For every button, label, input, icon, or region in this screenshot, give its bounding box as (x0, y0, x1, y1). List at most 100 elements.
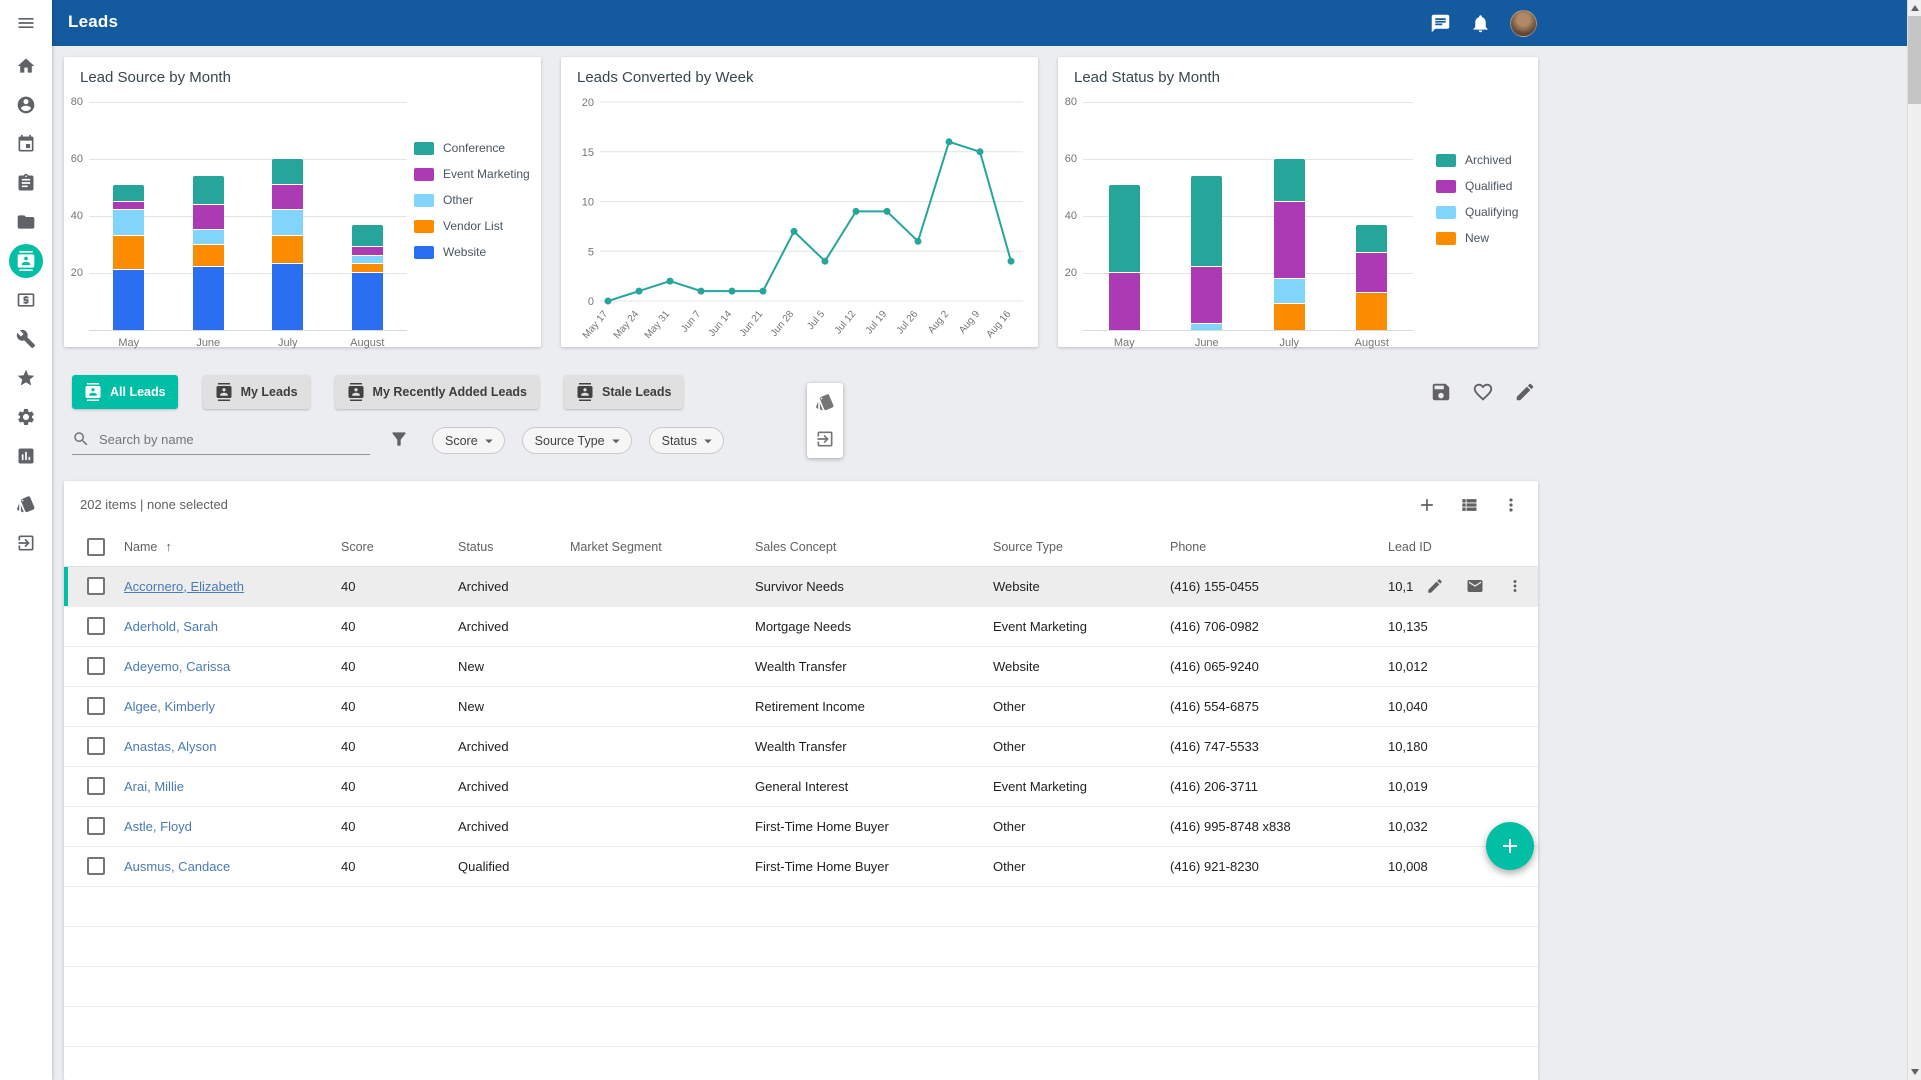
scroll-up-arrow[interactable] (1911, 5, 1919, 11)
y-tick-label: 40 (1053, 210, 1077, 222)
filter-chip-status[interactable]: Status (649, 427, 724, 454)
lead-name-link[interactable]: Accornero, Elizabeth (124, 579, 244, 594)
col-header-lead-id[interactable]: Lead ID (1384, 528, 1538, 566)
row-kebab-button[interactable] (1506, 577, 1524, 595)
sidebar-item-calendar[interactable] (0, 124, 52, 163)
tab-my-recently-added-leads[interactable]: My Recently Added Leads (335, 375, 539, 409)
page-scrollbar[interactable] (1907, 0, 1921, 1080)
pencil-icon (1426, 577, 1444, 595)
leads-icon (347, 383, 365, 401)
sidebar-item-home[interactable] (0, 46, 52, 85)
lead-name-link[interactable]: Aderhold, Sarah (124, 619, 218, 634)
row-checkbox[interactable] (87, 817, 105, 835)
lead-name-link[interactable]: Anastas, Alyson (124, 739, 217, 754)
row-checkbox[interactable] (87, 617, 105, 635)
cell-source-type: Other (989, 686, 1166, 726)
segment-event-marketing (193, 205, 224, 231)
tab-stale-leads[interactable]: Stale Leads (564, 375, 683, 409)
list-button[interactable] (1459, 495, 1479, 515)
segment-other (113, 210, 144, 236)
table-body: Accornero, Elizabeth40ArchivedSurvivor N… (64, 566, 1538, 886)
sidebar-item-favorites[interactable] (0, 358, 52, 397)
table-row[interactable]: Accornero, Elizabeth40ArchivedSurvivor N… (64, 566, 1538, 606)
heart-button[interactable] (1472, 381, 1494, 403)
cell-score: 40 (337, 566, 454, 606)
row-checkbox[interactable] (87, 777, 105, 795)
lead-name-link[interactable]: Adeyemo, Carissa (124, 659, 230, 674)
table-row[interactable]: Aderhold, Sarah40ArchivedMortgage NeedsE… (64, 606, 1538, 646)
chip-label: Source Type (535, 434, 605, 448)
sidebar-item-reports[interactable] (0, 436, 52, 475)
tab-all-leads[interactable]: All Leads (72, 375, 178, 409)
lead-name-link[interactable]: Astle, Floyd (124, 819, 192, 834)
sidebar-item-settings[interactable] (0, 397, 52, 436)
bell-button[interactable] (1470, 13, 1491, 34)
chip-label: Score (445, 434, 478, 448)
plus-button[interactable] (1417, 495, 1437, 515)
sidebar-item-activities[interactable] (0, 163, 52, 202)
filter-chip-source-type[interactable]: Source Type (522, 427, 632, 454)
sidebar-item-logout[interactable] (0, 523, 52, 562)
pencil-button[interactable] (1514, 381, 1536, 403)
sidebar-item-contacts[interactable] (0, 85, 52, 124)
filter-chip-score[interactable]: Score (432, 427, 505, 454)
add-lead-fab[interactable] (1486, 822, 1534, 870)
scrollbar-thumb[interactable] (1908, 16, 1921, 104)
row-pencil-button[interactable] (1426, 577, 1444, 595)
legend-item: Archived (1436, 153, 1518, 167)
leads-icon (215, 383, 233, 401)
row-checkbox[interactable] (87, 657, 105, 675)
row-checkbox[interactable] (87, 697, 105, 715)
table-row[interactable]: Anastas, Alyson40ArchivedWealth Transfer… (64, 726, 1538, 766)
tags-button[interactable] (815, 392, 835, 412)
col-header-market-segment[interactable]: Market Segment (566, 528, 751, 566)
table-row[interactable]: Adeyemo, Carissa40NewWealth TransferWebs… (64, 646, 1538, 686)
sidebar-item-tags[interactable] (0, 484, 52, 523)
select-all-checkbox[interactable] (87, 538, 105, 556)
table-row[interactable]: Astle, Floyd40ArchivedFirst-Time Home Bu… (64, 806, 1538, 846)
chat-button[interactable] (1430, 13, 1451, 34)
lead-name-link[interactable]: Ausmus, Candace (124, 859, 230, 874)
lead-id: 10,012 (1388, 659, 1428, 674)
col-header-sales-concept[interactable]: Sales Concept (751, 528, 989, 566)
search-box (72, 424, 370, 455)
search-input[interactable] (99, 432, 370, 447)
user-avatar[interactable] (1510, 10, 1537, 37)
sidebar-item-leads[interactable] (0, 241, 52, 280)
sidebar-item-billing[interactable] (0, 280, 52, 319)
save-button[interactable] (1430, 381, 1452, 403)
table-row[interactable]: Arai, Millie40ArchivedGeneral InterestEv… (64, 766, 1538, 806)
table-toolbar: 202 items | none selected (64, 481, 1538, 528)
row-envelope-button[interactable] (1466, 577, 1484, 595)
table-row[interactable]: Ausmus, Candace40QualifiedFirst-Time Hom… (64, 846, 1538, 886)
cell-sales-concept: Wealth Transfer (751, 726, 989, 766)
list-icon (1459, 495, 1479, 515)
lead-name-link[interactable]: Algee, Kimberly (124, 699, 215, 714)
heart-icon (1472, 381, 1494, 403)
envelope-icon (1466, 577, 1484, 595)
chart-plot (1083, 102, 1413, 330)
col-header-phone[interactable]: Phone (1166, 528, 1384, 566)
col-header-name[interactable]: Name↑ (120, 528, 337, 566)
row-checkbox[interactable] (87, 577, 105, 595)
scroll-down-arrow[interactable] (1911, 1069, 1919, 1075)
sidebar-item-documents[interactable] (0, 202, 52, 241)
sidebar-item-menu[interactable] (0, 0, 52, 46)
funnel-icon (389, 429, 409, 449)
cell-phone: (416) 706-0982 (1166, 606, 1384, 646)
col-header-source-type[interactable]: Source Type (989, 528, 1166, 566)
table-row[interactable]: Algee, Kimberly40NewRetirement IncomeOth… (64, 686, 1538, 726)
col-header-score[interactable]: Score (337, 528, 454, 566)
svg-text:Jul 19: Jul 19 (864, 309, 890, 337)
kebab-button[interactable] (1501, 495, 1521, 515)
filter-button[interactable] (389, 429, 409, 449)
lead-name-link[interactable]: Arai, Millie (124, 779, 184, 794)
segment-website (113, 270, 144, 330)
col-header-status[interactable]: Status (454, 528, 566, 566)
line-chart-svg: 05101520May 17May 24May 31Jun 7Jun 14Jun… (561, 57, 1038, 347)
exit-button[interactable] (815, 429, 835, 449)
row-checkbox[interactable] (87, 857, 105, 875)
sidebar-item-tools[interactable] (0, 319, 52, 358)
tab-my-leads[interactable]: My Leads (203, 375, 310, 409)
row-checkbox[interactable] (87, 737, 105, 755)
